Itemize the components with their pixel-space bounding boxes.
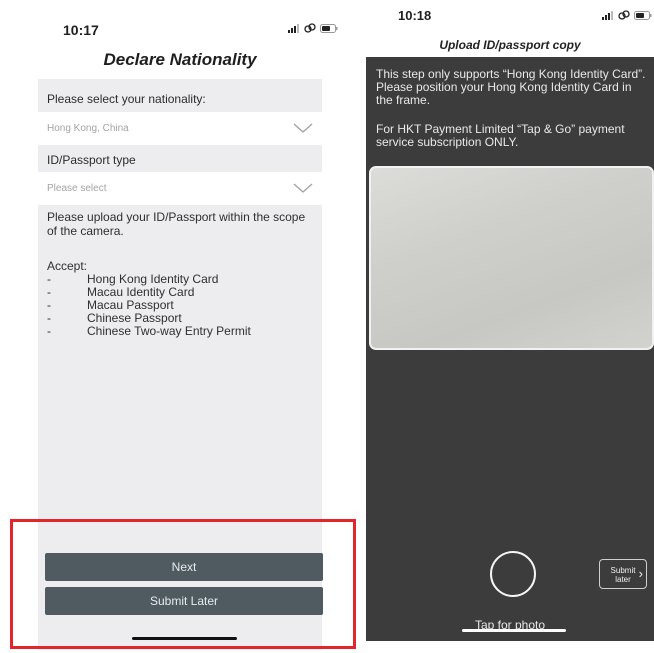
nationality-label: Please select your nationality: [47,92,206,106]
signal-icon [602,10,613,20]
status-icons [288,23,338,33]
highlight-annotation [10,519,356,649]
nationality-value: Hong Kong, China [47,123,129,134]
accept-item-text: Chinese Two-way Entry Permit [87,324,251,338]
submit-later-label: Submit [610,566,636,575]
submit-later-button[interactable]: Submit later › [599,559,647,589]
guide-text: For HKT Payment Limited “Tap & Go” payme… [376,122,625,149]
id-type-placeholder: Please select [47,183,107,194]
wifi-icon [304,23,316,33]
list-item: - Chinese Two-way Entry Permit [47,324,251,338]
upload-id-screen: 10:18 Upload ID/passport copy This step … [366,0,654,641]
declare-nationality-screen: 10:17 Declare Nationality Please select … [0,0,360,653]
battery-icon [634,10,652,20]
status-icons [602,10,652,20]
home-indicator[interactable] [462,629,566,632]
page-title: Upload ID/passport copy [439,38,581,52]
nationality-form: Please select your nationality: Hong Kon… [38,79,322,551]
chevron-right-icon: › [638,566,643,581]
submit-later-label: later [615,575,631,584]
signal-icon [288,23,299,33]
wifi-icon [618,10,630,20]
header: 10:18 Upload ID/passport copy [366,0,654,57]
camera-frame [369,166,654,350]
status-time: 10:17 [63,22,99,38]
id-type-select[interactable]: Please select [38,172,322,205]
battery-icon [320,23,338,33]
chevron-down-icon [293,183,313,193]
page-title: Declare Nationality [103,50,257,69]
upload-instructions: Please upload your ID/Passport within th… [47,210,306,238]
guide-text: This step only supports “Hong Kong Ident… [376,67,646,107]
status-time: 10:18 [398,8,432,23]
status-bar: 10:17 [0,18,360,40]
accept-list: Accept: - Hong Kong Identity Card - Maca… [47,260,317,338]
id-type-label: ID/Passport type [47,153,136,167]
chevron-down-icon [293,123,313,133]
camera-view: This step only supports “Hong Kong Ident… [366,57,654,641]
camera-shutter-button[interactable] [490,551,536,597]
nationality-select[interactable]: Hong Kong, China [38,112,322,145]
